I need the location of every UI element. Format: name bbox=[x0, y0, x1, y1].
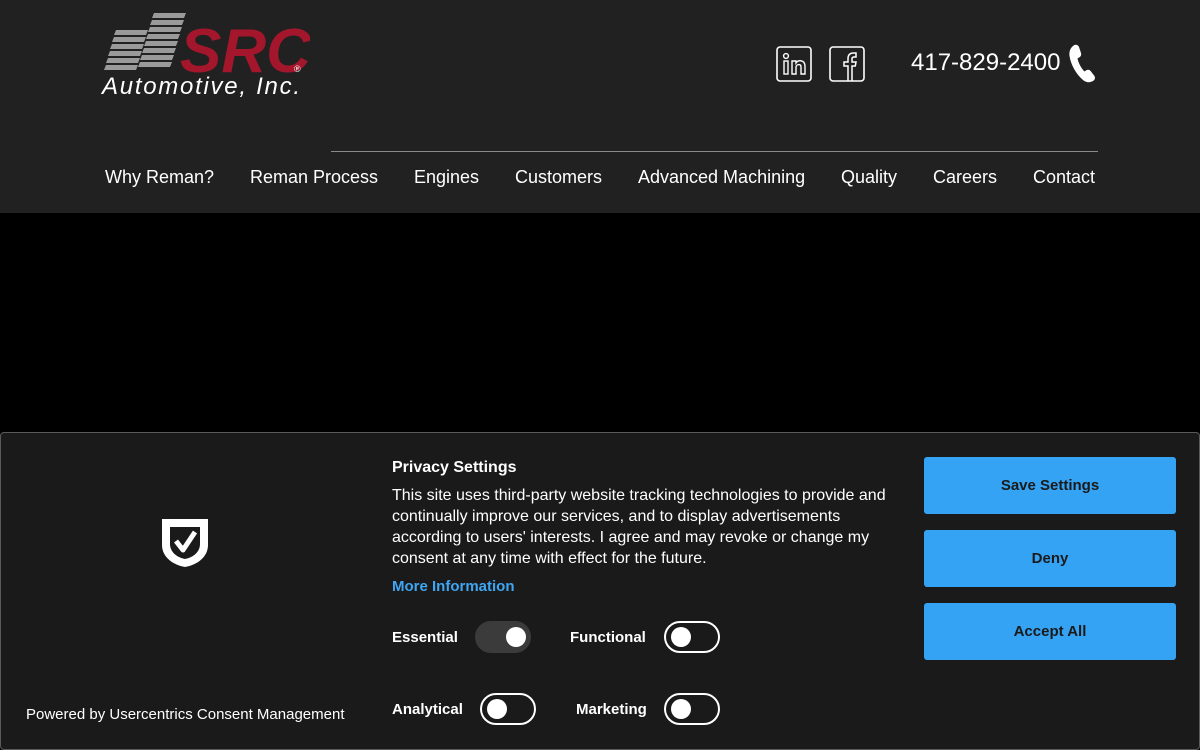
toggle-knob bbox=[671, 627, 691, 647]
phone-number[interactable]: 417-829-2400 bbox=[911, 49, 1060, 77]
powered-by-text: Powered by Usercentrics Consent Manageme… bbox=[26, 706, 345, 723]
toggle-knob bbox=[671, 699, 691, 719]
essential-toggle[interactable] bbox=[475, 621, 531, 653]
nav-quality[interactable]: Quality bbox=[841, 165, 897, 189]
nav-divider bbox=[331, 151, 1098, 152]
nav-contact[interactable]: Contact bbox=[1033, 165, 1095, 189]
privacy-shield-icon bbox=[159, 517, 211, 569]
nav-customers[interactable]: Customers bbox=[515, 165, 602, 189]
functional-toggle[interactable] bbox=[664, 621, 720, 653]
facebook-icon[interactable] bbox=[829, 46, 865, 82]
privacy-consent-banner: Powered by Usercentrics Consent Manageme… bbox=[0, 432, 1200, 750]
analytical-label: Analytical bbox=[392, 701, 463, 718]
toggle-knob bbox=[506, 627, 526, 647]
privacy-title: Privacy Settings bbox=[392, 459, 517, 476]
nav-reman-process[interactable]: Reman Process bbox=[250, 165, 378, 189]
more-information-link[interactable]: More Information bbox=[392, 577, 515, 597]
logo-subtitle: Automotive, Inc. bbox=[100, 73, 300, 100]
phone-icon[interactable] bbox=[1067, 43, 1097, 83]
nav-careers[interactable]: Careers bbox=[933, 165, 997, 189]
functional-label: Functional bbox=[570, 629, 646, 646]
essential-label: Essential bbox=[392, 629, 458, 646]
privacy-description: This site uses third-party website track… bbox=[392, 487, 886, 567]
site-header: SRC ® Automotive, Inc. 417-829-2400 Why … bbox=[0, 0, 1200, 213]
analytical-toggle[interactable] bbox=[480, 693, 536, 725]
linkedin-icon[interactable] bbox=[776, 46, 812, 82]
src-automotive-logo[interactable]: SRC ® Automotive, Inc. bbox=[100, 10, 310, 102]
marketing-toggle[interactable] bbox=[664, 693, 720, 725]
accept-all-button[interactable]: Accept All bbox=[924, 603, 1176, 660]
nav-why-reman[interactable]: Why Reman? bbox=[105, 165, 214, 189]
save-settings-button[interactable]: Save Settings bbox=[924, 457, 1176, 514]
toggle-knob bbox=[487, 699, 507, 719]
nav-engines[interactable]: Engines bbox=[414, 165, 479, 189]
deny-button[interactable]: Deny bbox=[924, 530, 1176, 587]
nav-advanced-machining[interactable]: Advanced Machining bbox=[638, 165, 805, 189]
marketing-label: Marketing bbox=[576, 701, 647, 718]
